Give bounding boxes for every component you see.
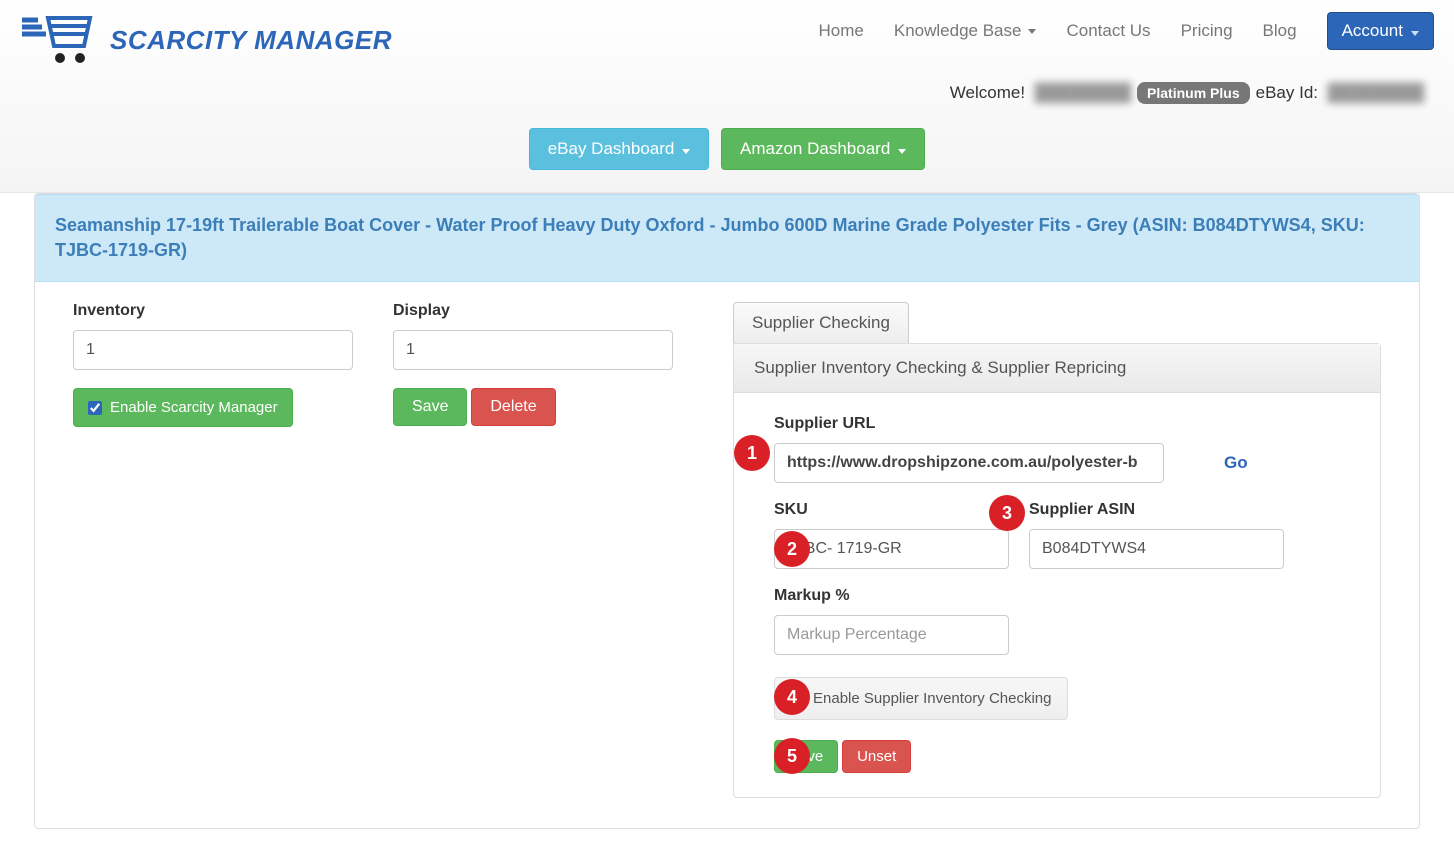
nav-contact[interactable]: Contact Us bbox=[1066, 21, 1150, 41]
markup-input[interactable] bbox=[774, 615, 1009, 655]
inventory-input[interactable] bbox=[73, 330, 353, 370]
ebay-id-value: ████████ bbox=[1324, 83, 1424, 103]
amazon-dashboard-button[interactable]: Amazon Dashboard bbox=[721, 128, 925, 170]
chevron-down-icon bbox=[898, 139, 906, 159]
markup-label: Markup % bbox=[774, 587, 1009, 605]
supplier-asin-label: Supplier ASIN bbox=[1029, 501, 1284, 519]
save-button[interactable]: Save bbox=[393, 388, 467, 426]
brand-logo[interactable]: SCARCITY MANAGER bbox=[20, 8, 392, 76]
step-badge-1: 1 bbox=[734, 435, 770, 471]
right-column: Supplier Checking Supplier Inventory Che… bbox=[733, 302, 1381, 798]
header: SCARCITY MANAGER Home Knowledge Base Con… bbox=[0, 0, 1454, 193]
go-link[interactable]: Go bbox=[1224, 453, 1248, 473]
sku-label: SKU bbox=[774, 501, 1009, 519]
display-label: Display bbox=[393, 302, 673, 320]
ebay-dashboard-button[interactable]: eBay Dashboard bbox=[529, 128, 710, 170]
nav-blog[interactable]: Blog bbox=[1263, 21, 1297, 41]
account-button[interactable]: Account bbox=[1327, 12, 1434, 50]
supplier-unset-button[interactable]: Unset bbox=[842, 740, 911, 773]
product-panel: Seamanship 17-19ft Trailerable Boat Cove… bbox=[34, 193, 1420, 829]
step-badge-3: 3 bbox=[989, 495, 1025, 531]
welcome-bar: Welcome! ████████ Platinum Plus eBay Id:… bbox=[20, 76, 1434, 104]
user-name: ████████ bbox=[1031, 83, 1131, 103]
supplier-asin-input[interactable] bbox=[1029, 529, 1284, 569]
enable-supplier-inventory-button[interactable]: Enable Supplier Inventory Checking bbox=[774, 677, 1068, 720]
logo-text: SCARCITY MANAGER bbox=[110, 25, 392, 56]
plan-badge: Platinum Plus bbox=[1137, 82, 1250, 104]
nav-pricing[interactable]: Pricing bbox=[1181, 21, 1233, 41]
supplier-panel: Supplier Inventory Checking & Supplier R… bbox=[733, 343, 1381, 798]
nav-home[interactable]: Home bbox=[819, 21, 864, 41]
ebay-id-label: eBay Id: bbox=[1256, 83, 1318, 103]
product-heading: Seamanship 17-19ft Trailerable Boat Cove… bbox=[35, 194, 1419, 282]
cart-icon bbox=[20, 14, 100, 66]
delete-button[interactable]: Delete bbox=[471, 388, 555, 426]
nav-knowledge-base[interactable]: Knowledge Base bbox=[894, 21, 1037, 41]
dashboard-buttons: eBay Dashboard Amazon Dashboard bbox=[20, 104, 1434, 192]
enable-scarcity-checkbox[interactable] bbox=[88, 401, 102, 415]
left-column: Inventory Enable Scarcity Manager Displa… bbox=[73, 302, 693, 798]
tab-supplier-checking[interactable]: Supplier Checking bbox=[733, 302, 909, 343]
inventory-label: Inventory bbox=[73, 302, 353, 320]
display-input[interactable] bbox=[393, 330, 673, 370]
chevron-down-icon bbox=[1409, 21, 1419, 41]
top-nav: Home Knowledge Base Contact Us Pricing B… bbox=[819, 8, 1434, 50]
supplier-url-label: Supplier URL bbox=[774, 415, 1164, 433]
enable-scarcity-button[interactable]: Enable Scarcity Manager bbox=[73, 388, 293, 427]
supplier-url-input[interactable] bbox=[774, 443, 1164, 483]
welcome-label: Welcome! bbox=[950, 83, 1025, 103]
chevron-down-icon bbox=[682, 139, 690, 159]
supplier-panel-heading: Supplier Inventory Checking & Supplier R… bbox=[734, 344, 1380, 393]
